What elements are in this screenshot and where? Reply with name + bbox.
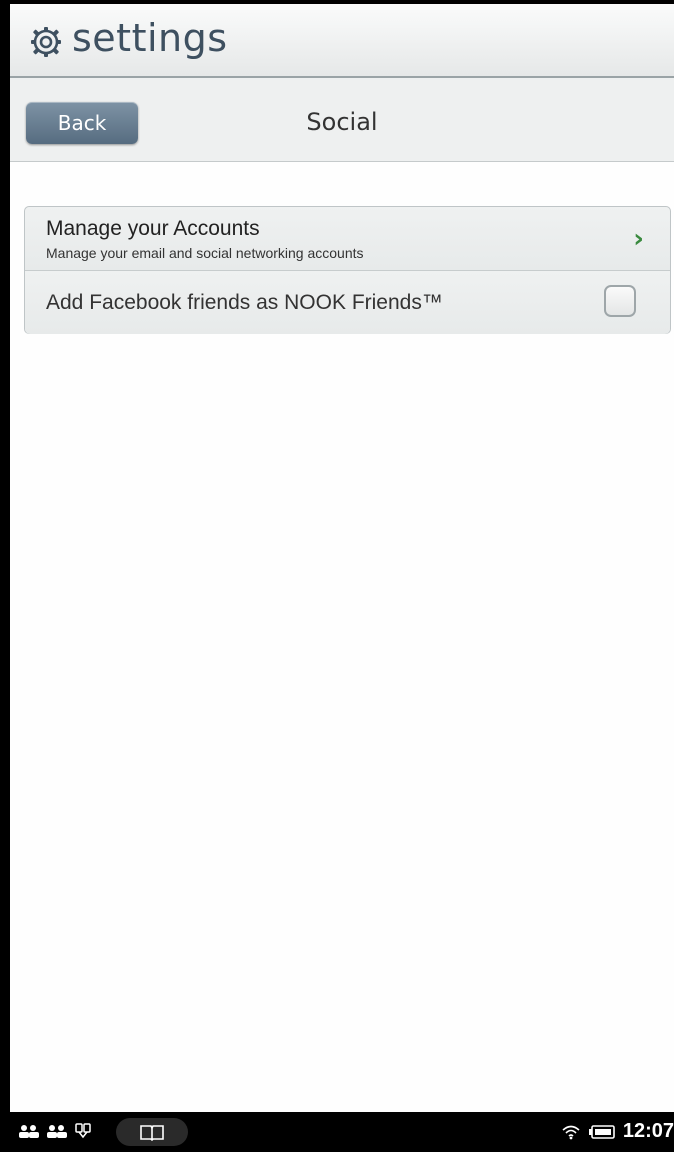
list-item-title: Manage your Accounts: [46, 217, 260, 240]
system-status-bar: 12:07: [10, 1112, 674, 1152]
people-icon[interactable]: [46, 1124, 68, 1138]
app-title-bar: settings: [10, 4, 674, 78]
list-item-manage-accounts[interactable]: Manage your Accounts Manage your email a…: [25, 207, 670, 271]
section-title: Social: [306, 108, 378, 136]
notification-icon[interactable]: [74, 1122, 92, 1140]
screen-frame: [0, 0, 674, 1152]
page-title: settings: [72, 16, 228, 60]
library-button[interactable]: [116, 1118, 188, 1146]
gear-icon: [31, 27, 61, 57]
chevron-right-icon: ›: [633, 224, 644, 254]
people-icon[interactable]: [18, 1124, 40, 1138]
wifi-icon: [562, 1125, 580, 1139]
clock: 12:07: [622, 1120, 674, 1142]
list-item-subtitle: Manage your email and social networking …: [46, 245, 364, 261]
book-icon: [140, 1125, 164, 1141]
facebook-friends-checkbox[interactable]: [604, 285, 636, 317]
navigation-bar: Back Social: [10, 78, 674, 162]
settings-list: Manage your Accounts Manage your email a…: [24, 206, 671, 334]
battery-icon: [588, 1124, 615, 1139]
list-item-title: Add Facebook friends as NOOK Friends™: [46, 291, 443, 314]
list-item-facebook-friends[interactable]: Add Facebook friends as NOOK Friends™: [25, 271, 670, 334]
